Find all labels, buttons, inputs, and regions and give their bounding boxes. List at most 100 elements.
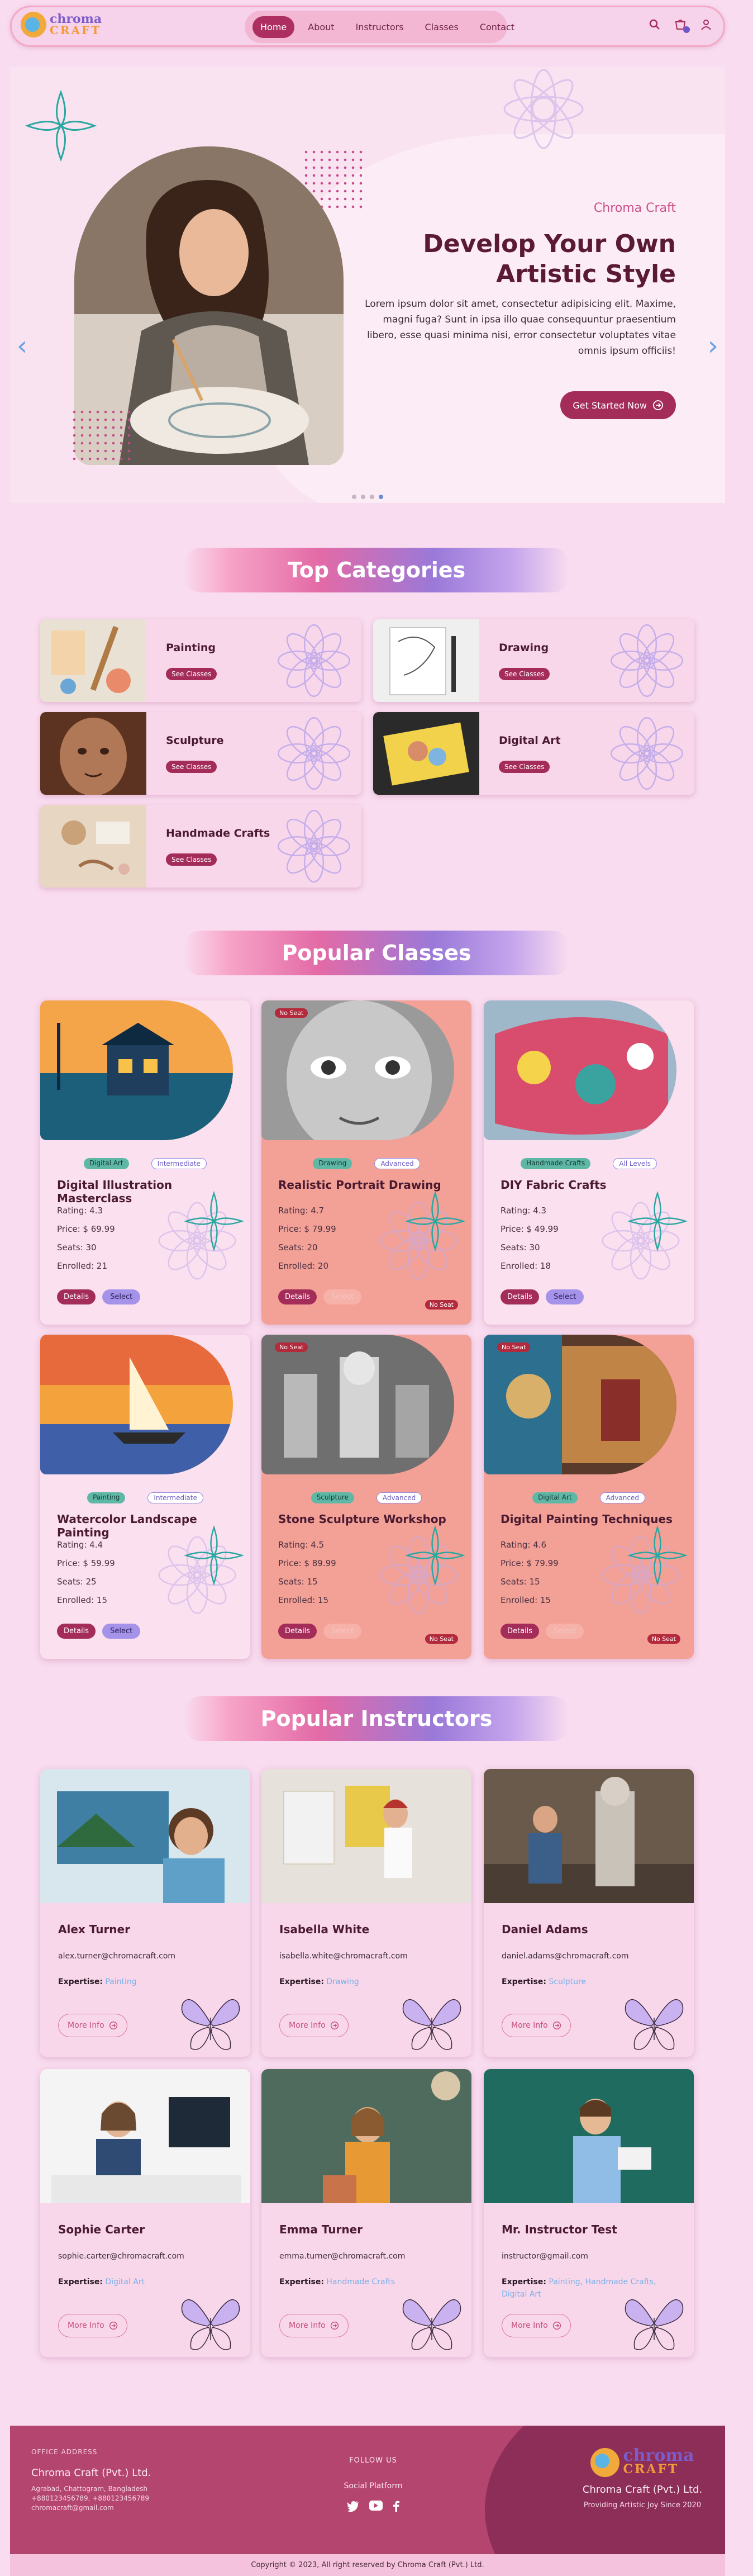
more-info-button[interactable]: More Info — [58, 2014, 127, 2037]
brand-logo[interactable]: chroma CRAFT — [21, 12, 102, 37]
level-badge: Advanced — [376, 1492, 422, 1503]
footer-brand: chroma CRAFT Chroma Craft (Pvt.) Ltd. Pr… — [581, 2447, 704, 2510]
nav-classes[interactable]: Classes — [417, 16, 466, 38]
prev-slide-icon[interactable]: ‹ — [17, 333, 27, 359]
instructor-expertise: Expertise: Digital Art — [58, 2276, 220, 2288]
facebook-icon[interactable] — [393, 2501, 399, 2512]
no-seat-badge: No Seat — [275, 1342, 308, 1352]
see-classes-button[interactable]: See Classes — [499, 668, 550, 680]
level-badge: Advanced — [374, 1158, 420, 1169]
class-image — [484, 1335, 676, 1474]
instructor-email: sophie.carter@chromacraft.com — [58, 2252, 184, 2261]
details-button[interactable]: Details — [57, 1289, 96, 1304]
more-info-label: More Info — [511, 2021, 548, 2030]
instructor-name: Emma Turner — [279, 2223, 363, 2236]
hero-slider: Chroma Craft Develop Your Own Artistic S… — [10, 67, 725, 503]
butterfly-decoration-icon — [395, 2287, 468, 2357]
mandala-decoration-icon — [608, 714, 686, 795]
class-rating: Rating: 4.3 — [57, 1206, 103, 1216]
category-card[interactable]: Painting See Classes — [40, 619, 361, 702]
details-button[interactable]: Details — [501, 1624, 540, 1639]
email-line[interactable]: chromacraft@gmail.com — [31, 2503, 151, 2513]
search-icon[interactable] — [647, 17, 662, 32]
class-card: Handmade Crafts All Levels DIY Fabric Cr… — [484, 1000, 694, 1325]
class-rating: Rating: 4.6 — [501, 1540, 547, 1550]
copyright: Copyright © 2023, All right reserved by … — [10, 2554, 725, 2576]
category-badge: Sculpture — [311, 1492, 354, 1503]
follow-us: FOLLOW US Social Platform — [323, 2456, 423, 2512]
class-card: Digital Art Intermediate Digital Illustr… — [40, 1000, 250, 1325]
instructor-email: instructor@gmail.com — [502, 2252, 588, 2261]
details-button[interactable]: Details — [278, 1624, 317, 1639]
select-button[interactable]: Select — [102, 1289, 141, 1304]
flower-decoration-icon — [627, 1190, 688, 1254]
slide-dot-active[interactable] — [379, 495, 383, 499]
next-slide-icon[interactable]: › — [708, 333, 718, 359]
no-seat-badge: No Seat — [647, 1634, 680, 1644]
more-info-button[interactable]: More Info — [502, 2314, 571, 2337]
more-info-button[interactable]: More Info — [279, 2014, 349, 2037]
category-card[interactable]: Sculpture See Classes — [40, 712, 361, 795]
follow-label: FOLLOW US — [349, 2456, 397, 2465]
more-info-button[interactable]: More Info — [279, 2314, 349, 2337]
category-card[interactable]: Handmade Crafts See Classes — [40, 805, 361, 888]
select-button[interactable]: Select — [102, 1624, 141, 1639]
no-seat-badge: No Seat — [275, 1008, 308, 1018]
hero-description: Lorem ipsum dolor sit amet, consectetur … — [365, 298, 676, 357]
brand-line2: CRAFT — [50, 23, 102, 37]
instructor-card: Isabella White isabella.white@chromacraf… — [261, 1769, 471, 2057]
details-button[interactable]: Details — [57, 1624, 96, 1639]
more-info-button[interactable]: More Info — [502, 2014, 571, 2037]
more-info-button[interactable]: More Info — [58, 2314, 127, 2337]
category-card[interactable]: Drawing See Classes — [373, 619, 694, 702]
category-name: Painting — [166, 642, 216, 654]
classes-header: Popular Classes — [0, 931, 753, 975]
get-started-button[interactable]: Get Started Now — [560, 391, 676, 419]
instructor-photo — [261, 2069, 471, 2203]
class-rating: Rating: 4.4 — [57, 1540, 103, 1550]
category-card[interactable]: Digital Art See Classes — [373, 712, 694, 795]
select-button[interactable]: Select — [546, 1289, 584, 1304]
class-title: Watercolor Landscape Painting — [57, 1512, 197, 1539]
class-enrolled: Enrolled: 20 — [278, 1261, 328, 1271]
cart-icon[interactable] — [673, 17, 690, 33]
nav-about[interactable]: About — [300, 16, 342, 38]
class-price: Price: $ 59.99 — [57, 1558, 115, 1568]
cart-badge — [683, 26, 690, 33]
category-badge: Handmade Crafts — [521, 1158, 591, 1169]
nav-instructors[interactable]: Instructors — [348, 16, 412, 38]
social-label: Social Platform — [344, 2482, 403, 2490]
see-classes-button[interactable]: See Classes — [166, 668, 217, 680]
footer-tagline: Providing Artistic Joy Since 2020 — [583, 2501, 702, 2509]
slide-dot[interactable] — [370, 495, 374, 499]
see-classes-button[interactable]: See Classes — [499, 761, 550, 773]
youtube-icon[interactable] — [369, 2501, 383, 2511]
instructor-name: Mr. Instructor Test — [502, 2223, 617, 2236]
see-classes-button[interactable]: See Classes — [166, 761, 217, 773]
no-seat-badge: No Seat — [425, 1634, 458, 1644]
nav-contact[interactable]: Contact — [472, 16, 522, 38]
user-menu-icon[interactable] — [699, 17, 713, 32]
slide-dot[interactable] — [361, 495, 365, 499]
class-title: Stone Sculpture Workshop — [278, 1512, 446, 1526]
nav-home[interactable]: Home — [252, 16, 295, 38]
expertise-label: Expertise: — [279, 2278, 324, 2286]
instructor-email: isabella.white@chromacraft.com — [279, 1952, 408, 1961]
class-seats: Seats: 15 — [278, 1577, 318, 1587]
class-seats: Seats: 20 — [278, 1242, 318, 1253]
class-enrolled: Enrolled: 18 — [501, 1261, 551, 1271]
details-button[interactable]: Details — [278, 1289, 317, 1304]
instructor-expertise: Expertise: Painting — [58, 1976, 220, 1988]
instructor-card: Emma Turner emma.turner@chromacraft.com … — [261, 2069, 471, 2357]
category-badge: Digital Art — [532, 1492, 578, 1503]
see-classes-button[interactable]: See Classes — [166, 853, 217, 866]
expertise-value: Painting — [105, 1977, 137, 1986]
instructor-name: Alex Turner — [58, 1923, 130, 1936]
class-image — [40, 1000, 233, 1140]
details-button[interactable]: Details — [501, 1289, 540, 1304]
slide-dot[interactable] — [352, 495, 356, 499]
butterfly-decoration-icon — [618, 1987, 690, 2057]
more-info-label: More Info — [68, 2021, 104, 2030]
twitter-icon[interactable] — [347, 2501, 359, 2512]
select-button: Select — [546, 1624, 584, 1639]
